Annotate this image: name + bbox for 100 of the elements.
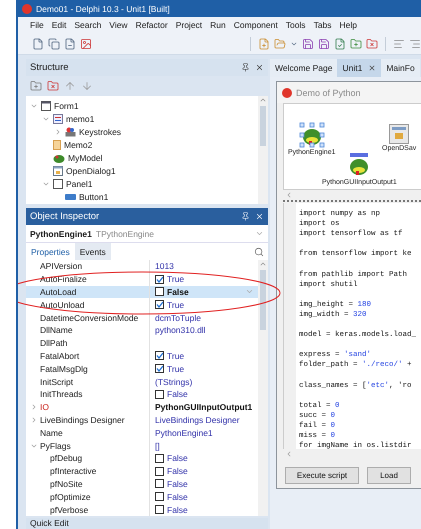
menu-item[interactable]: Tabs: [314, 20, 332, 30]
pin-icon[interactable]: [241, 63, 250, 72]
property-value: True: [167, 364, 186, 374]
menu-item[interactable]: Search: [74, 20, 102, 30]
tree-item[interactable]: Button1: [79, 192, 108, 202]
keyboard-icon: [65, 126, 76, 137]
property-value: dcmToTuple: [155, 312, 202, 323]
menu-item[interactable]: Component: [234, 20, 278, 30]
windows-icon[interactable]: [48, 38, 60, 50]
scrollbar[interactable]: [258, 96, 268, 204]
property-name: pfDebug: [50, 453, 82, 464]
property-name: FatalMsgDlg: [40, 364, 88, 374]
note-icon: [53, 140, 61, 150]
form-title: Demo of Python: [296, 88, 361, 98]
checkbox[interactable]: [155, 492, 164, 502]
checkbox[interactable]: [155, 300, 164, 310]
tree-item[interactable]: Keystrokes: [79, 126, 122, 137]
property-name: IO: [40, 402, 49, 412]
property-name: AutoUnload: [40, 300, 84, 310]
tree-item[interactable]: memo1: [66, 114, 94, 124]
tree-item[interactable]: OpenDialog1: [66, 166, 116, 176]
folder-remove-icon[interactable]: [366, 38, 378, 50]
scrollbar[interactable]: [258, 260, 268, 516]
scroll-up-icon[interactable]: [259, 260, 267, 268]
save-icon[interactable]: [302, 38, 314, 50]
dialog-component-icon[interactable]: [389, 124, 410, 144]
scroll-left-icon[interactable]: [285, 450, 293, 458]
checkbox[interactable]: [155, 364, 164, 374]
folder-icon[interactable]: [274, 38, 286, 50]
checkbox[interactable]: [155, 466, 164, 476]
document-icon[interactable]: [64, 38, 76, 50]
property-value: PythonGUIInputOutput1: [155, 402, 254, 412]
search-icon[interactable]: [254, 246, 264, 256]
property-value: []: [155, 440, 161, 451]
menu-item[interactable]: Project: [176, 20, 202, 30]
menu-item[interactable]: Run: [210, 20, 226, 30]
checkbox[interactable]: [155, 479, 164, 488]
editor-tab[interactable]: Welcome Page: [270, 59, 338, 77]
menu-item[interactable]: Help: [340, 20, 358, 30]
checkbox[interactable]: [155, 390, 164, 399]
editor-tab[interactable]: MainFo: [381, 59, 420, 77]
up-arrow-icon[interactable]: [64, 80, 76, 92]
property-value: False: [167, 286, 190, 297]
menu-item[interactable]: Edit: [52, 20, 66, 30]
document-icon[interactable]: [32, 38, 44, 50]
memo-icon: [53, 114, 63, 124]
checkbox[interactable]: [155, 274, 164, 284]
close-icon[interactable]: [255, 63, 264, 72]
property-value: True: [167, 300, 186, 310]
image-icon[interactable]: [80, 38, 92, 50]
code-editor[interactable]: [283, 203, 421, 449]
document-icon[interactable]: [334, 38, 346, 50]
property-name: pfOptimize: [50, 492, 91, 502]
property-value: False: [167, 453, 189, 464]
tree-item[interactable]: Form1: [54, 100, 79, 111]
panel-title: Structure: [30, 62, 70, 73]
menu-item[interactable]: File: [30, 20, 44, 30]
pin-icon[interactable]: [241, 212, 250, 221]
align-icon[interactable]: [393, 38, 405, 50]
component-selector[interactable]: PythonEngine1 TPythonEngine: [26, 225, 268, 243]
scroll-up-icon[interactable]: [259, 96, 267, 104]
checkbox[interactable]: [155, 351, 164, 360]
checkbox[interactable]: [155, 287, 164, 296]
menu-item[interactable]: Tools: [286, 20, 306, 30]
editor-tab[interactable]: Unit1: [337, 59, 382, 77]
down-arrow-icon[interactable]: [81, 80, 93, 92]
save-icon[interactable]: [318, 38, 330, 50]
property-value: True: [167, 350, 186, 361]
delete-icon[interactable]: [47, 80, 59, 92]
tree-item[interactable]: Panel1: [66, 179, 92, 190]
property-value: True: [167, 274, 186, 284]
close-icon[interactable]: [368, 64, 376, 72]
property-row[interactable]: AutoLoad False: [26, 286, 258, 298]
property-name: Name: [40, 428, 63, 438]
tab[interactable]: Events: [74, 243, 111, 260]
property-value: (TStrings): [155, 376, 194, 387]
property-name: DllName: [40, 325, 73, 336]
scroll-left-icon[interactable]: [285, 191, 293, 199]
folder-add-icon[interactable]: [350, 38, 362, 50]
property-name: pfNoSite: [50, 478, 83, 489]
menu-item[interactable]: View: [109, 20, 128, 30]
window-title: Demo01 - Delphi 10.3 - Unit1 [Built]: [36, 4, 170, 14]
property-value: 1013: [155, 261, 175, 272]
new-file-icon[interactable]: [258, 38, 270, 50]
checkbox[interactable]: [155, 454, 164, 463]
form-button[interactable]: Load: [367, 467, 411, 484]
property-name: AutoLoad: [40, 286, 76, 297]
python-component-icon[interactable]: [298, 122, 325, 148]
tree-item[interactable]: MyModel: [68, 152, 102, 163]
button-icon: [65, 194, 76, 200]
align-icon[interactable]: [409, 38, 421, 50]
property-value: PythonEngine1: [155, 428, 214, 438]
checkbox[interactable]: [155, 505, 164, 514]
property-name: InitThreads: [40, 389, 83, 400]
form-button[interactable]: Execute script: [285, 467, 359, 484]
tree-item[interactable]: Memo2: [64, 140, 92, 150]
folder-add-icon[interactable]: [30, 80, 42, 92]
panel-icon: [53, 179, 63, 190]
menu-item[interactable]: Refactor: [136, 20, 168, 30]
property-name: AutoFinalize: [40, 274, 87, 284]
